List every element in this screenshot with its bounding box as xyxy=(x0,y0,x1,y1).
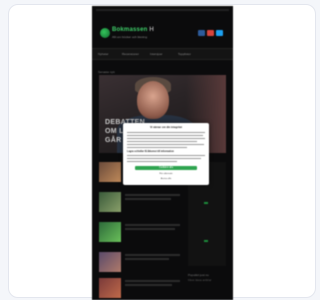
sidebar-accent xyxy=(204,202,208,204)
article-thumbnail[interactable] xyxy=(99,162,121,182)
logo-icon[interactable] xyxy=(100,28,110,38)
hero-image-face xyxy=(137,81,169,119)
article-title-line xyxy=(125,224,180,226)
consent-text-line xyxy=(127,144,204,145)
main-nav: Nyheter Recensioner Intervjuer Topplisto… xyxy=(92,48,233,60)
nav-item-reviews[interactable]: Recensioner xyxy=(122,52,139,56)
consent-text-line xyxy=(127,147,187,148)
article-thumbnail[interactable] xyxy=(99,252,121,272)
article-title-line xyxy=(125,198,171,200)
site-tagline: Allt om böcker och läsning xyxy=(112,35,148,39)
consent-text-line xyxy=(127,135,203,136)
article-title-line xyxy=(125,284,172,286)
consent-text-line xyxy=(127,141,197,142)
consent-text-line xyxy=(127,155,205,156)
youtube-icon[interactable] xyxy=(207,30,214,36)
twitter-icon[interactable] xyxy=(216,30,223,36)
reject-all-link[interactable]: Avvisa alla xyxy=(123,178,209,180)
article-title-line xyxy=(125,228,175,230)
site-logo-text[interactable]: Bokmassen H xyxy=(112,27,154,33)
facebook-icon[interactable] xyxy=(198,30,205,36)
nav-item-news[interactable]: Nyheter xyxy=(98,52,109,56)
article-thumbnail[interactable] xyxy=(99,222,121,242)
accept-all-button[interactable]: Godkänn alla xyxy=(135,166,197,170)
consent-text-line xyxy=(127,161,177,162)
sidebar-accent xyxy=(204,240,208,242)
section-label: Senaste nytt xyxy=(98,70,115,74)
consent-purpose-heading: Lagra och/eller få åtkomst till informat… xyxy=(127,150,174,153)
sidebar-subheading: Mest lästa artiklar xyxy=(188,278,212,282)
consent-text-line xyxy=(127,138,205,139)
sidebar-heading: Populärt just nu xyxy=(188,273,209,277)
logo-suffix: H xyxy=(149,27,154,33)
article-thumbnail[interactable] xyxy=(99,192,121,212)
article-title-line xyxy=(125,194,180,196)
logo-name: Bokmassen xyxy=(112,27,148,33)
article-title-line xyxy=(125,254,180,256)
consent-text-line xyxy=(127,158,201,159)
more-options-link[interactable]: Fler alternativ xyxy=(123,173,209,175)
article-title-line xyxy=(125,280,180,282)
nav-item-toplists[interactable]: Topplistor xyxy=(178,52,191,56)
consent-text-line xyxy=(127,132,205,133)
article-thumbnail[interactable] xyxy=(99,278,121,298)
cookie-consent-dialog: Vi värnar om din integritet Lagra och/el… xyxy=(123,123,209,185)
consent-title: Vi värnar om din integritet xyxy=(149,126,183,129)
article-title-line xyxy=(125,258,169,260)
top-bar xyxy=(96,9,229,11)
nav-item-interviews[interactable]: Intervjuer xyxy=(150,52,163,56)
